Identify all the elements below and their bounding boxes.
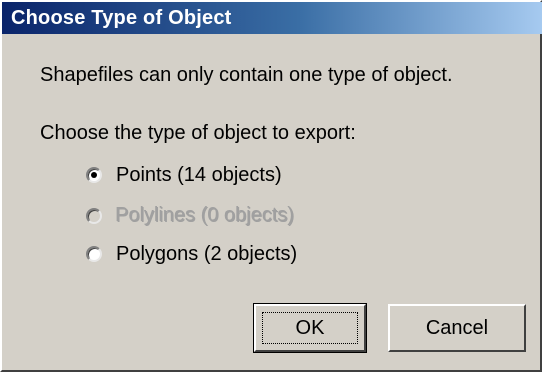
polylines-radio (86, 208, 102, 224)
ok-button-label: OK (295, 316, 325, 339)
title-bar[interactable]: Choose Type of Object (2, 2, 542, 34)
choose-type-dialog: Choose Type of Object Shapefiles can onl… (0, 0, 542, 372)
polygons-label[interactable]: Polygons (2 objects) (116, 243, 297, 266)
ok-button[interactable]: OK (253, 303, 367, 353)
choose-prompt: Choose the type of object to export: (40, 122, 356, 144)
info-message: Shapefiles can only contain one type of … (40, 64, 453, 86)
polylines-label: Polylines (0 objects) (116, 204, 295, 227)
points-label[interactable]: Points (14 objects) (116, 164, 282, 187)
option-polygons[interactable]: Polygons (2 objects) (86, 241, 297, 267)
polygons-radio[interactable] (86, 246, 102, 262)
points-radio[interactable] (86, 167, 102, 183)
cancel-button[interactable]: Cancel (388, 304, 526, 352)
cancel-button-label: Cancel (425, 316, 489, 339)
option-points[interactable]: Points (14 objects) (86, 162, 282, 188)
dialog-title: Choose Type of Object (11, 6, 232, 29)
option-polylines: Polylines (0 objects) (86, 203, 295, 229)
